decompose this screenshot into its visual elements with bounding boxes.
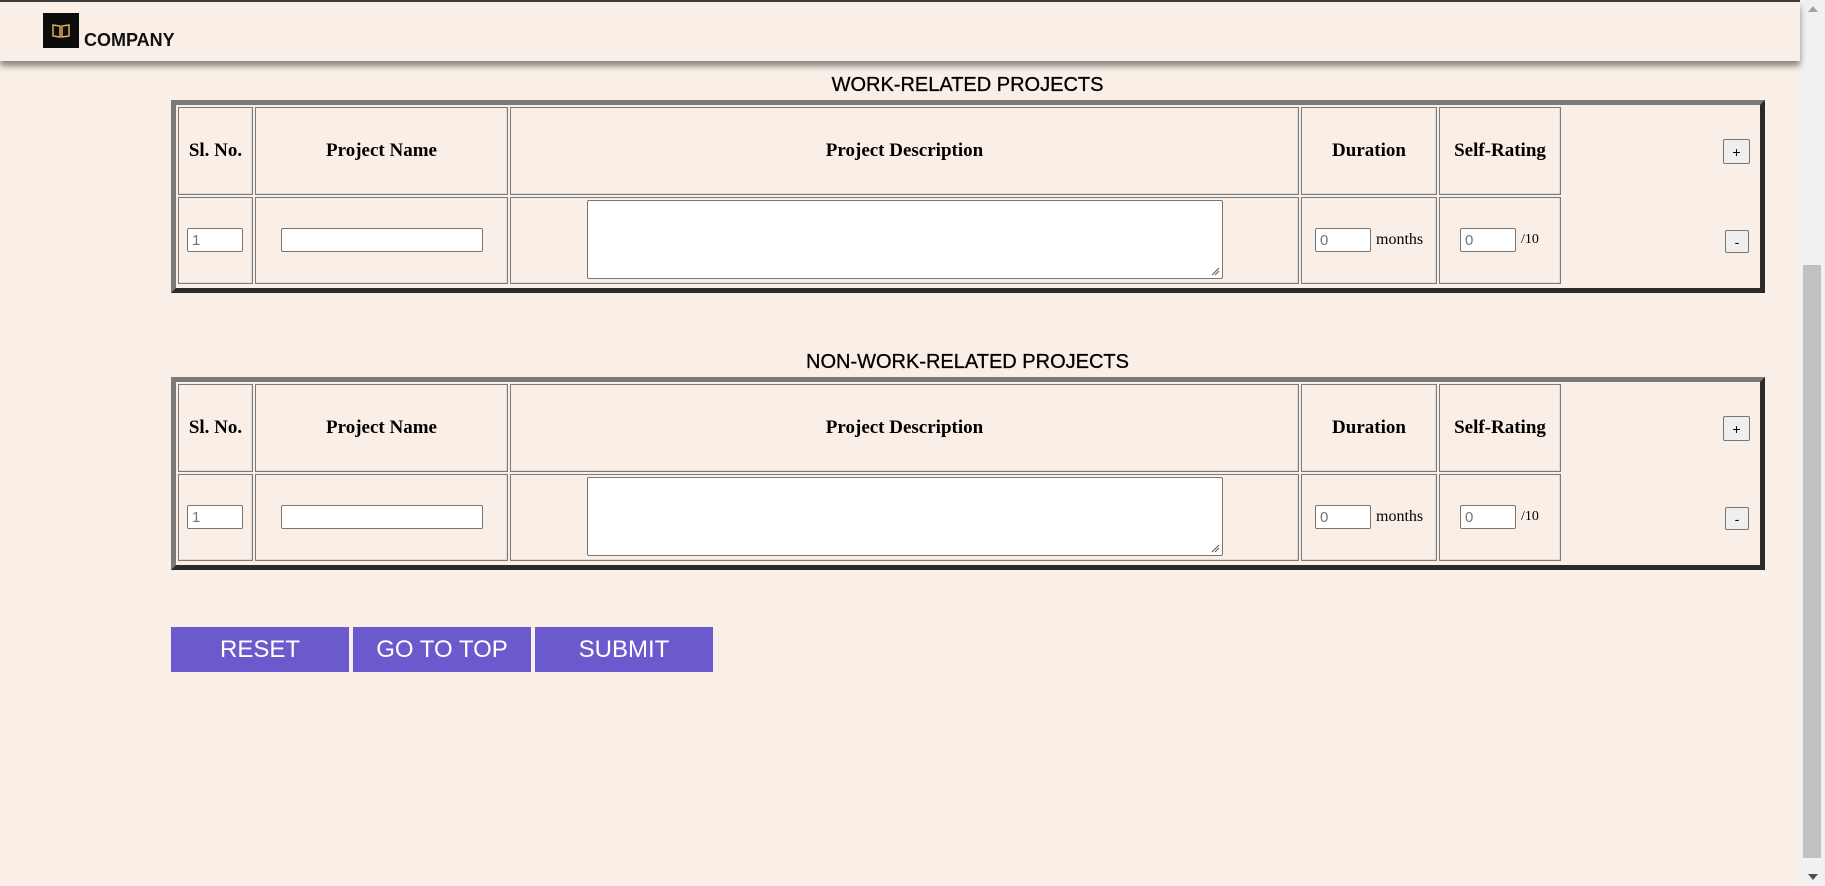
- project-name-cell: [255, 474, 508, 561]
- duration-cell: months: [1301, 474, 1437, 561]
- project-description-cell: [510, 197, 1299, 284]
- go-to-top-button[interactable]: GO TO TOP: [353, 627, 531, 672]
- vertical-scrollbar[interactable]: [1800, 0, 1825, 886]
- remove-row-button[interactable]: -: [1725, 230, 1749, 253]
- column-header-project-name: Project Name: [255, 384, 508, 472]
- column-header-project-name: Project Name: [255, 107, 508, 195]
- project-description-textarea[interactable]: [587, 477, 1223, 556]
- non-work-projects-table: Sl. No. Project Name Project Description…: [171, 377, 1765, 570]
- duration-unit-label: months: [1376, 231, 1424, 248]
- self-rating-unit-label: /10: [1521, 509, 1539, 524]
- project-name-cell: [255, 197, 508, 284]
- duration-cell: months: [1301, 197, 1437, 284]
- sl-no-cell: [178, 474, 253, 561]
- sl-no-input[interactable]: [187, 228, 243, 252]
- top-header: COMPANY: [0, 2, 1800, 61]
- duration-unit-label: months: [1376, 508, 1424, 525]
- project-name-input[interactable]: [281, 505, 483, 529]
- brand-name: COMPANY: [84, 30, 175, 50]
- duration-input[interactable]: [1315, 228, 1371, 252]
- self-rating-input[interactable]: [1460, 228, 1516, 252]
- resize-grip-icon[interactable]: [1211, 267, 1220, 276]
- sl-no-input[interactable]: [187, 505, 243, 529]
- section-title-work: WORK-RELATED PROJECTS: [831, 74, 1104, 96]
- reset-button[interactable]: RESET: [171, 627, 349, 672]
- remove-row-button[interactable]: -: [1725, 507, 1749, 530]
- column-header-project-description: Project Description: [510, 384, 1299, 472]
- self-rating-unit-label: /10: [1521, 232, 1539, 247]
- column-header-duration: Duration: [1301, 384, 1437, 472]
- work-projects-table: Sl. No. Project Name Project Description…: [171, 100, 1765, 293]
- self-rating-cell: /10: [1439, 474, 1561, 561]
- book-logo-icon[interactable]: [43, 13, 79, 48]
- column-header-duration: Duration: [1301, 107, 1437, 195]
- add-row-button[interactable]: +: [1723, 139, 1750, 164]
- scroll-up-arrow-icon[interactable]: [1808, 6, 1818, 12]
- project-description-cell: [510, 474, 1299, 561]
- duration-input[interactable]: [1315, 505, 1371, 529]
- resize-grip-icon[interactable]: [1211, 544, 1220, 553]
- column-header-sl-no: Sl. No.: [178, 107, 253, 195]
- project-description-textarea[interactable]: [587, 200, 1223, 279]
- column-header-project-description: Project Description: [510, 107, 1299, 195]
- project-name-input[interactable]: [281, 228, 483, 252]
- column-header-self-rating: Self-Rating: [1439, 384, 1561, 472]
- self-rating-input[interactable]: [1460, 505, 1516, 529]
- submit-button[interactable]: SUBMIT: [535, 627, 713, 672]
- scroll-down-arrow-icon[interactable]: [1808, 874, 1818, 880]
- section-title-non-work: NON-WORK-RELATED PROJECTS: [806, 351, 1129, 373]
- column-header-sl-no: Sl. No.: [178, 384, 253, 472]
- add-row-button[interactable]: +: [1723, 416, 1750, 441]
- sl-no-cell: [178, 197, 253, 284]
- self-rating-cell: /10: [1439, 197, 1561, 284]
- column-header-self-rating: Self-Rating: [1439, 107, 1561, 195]
